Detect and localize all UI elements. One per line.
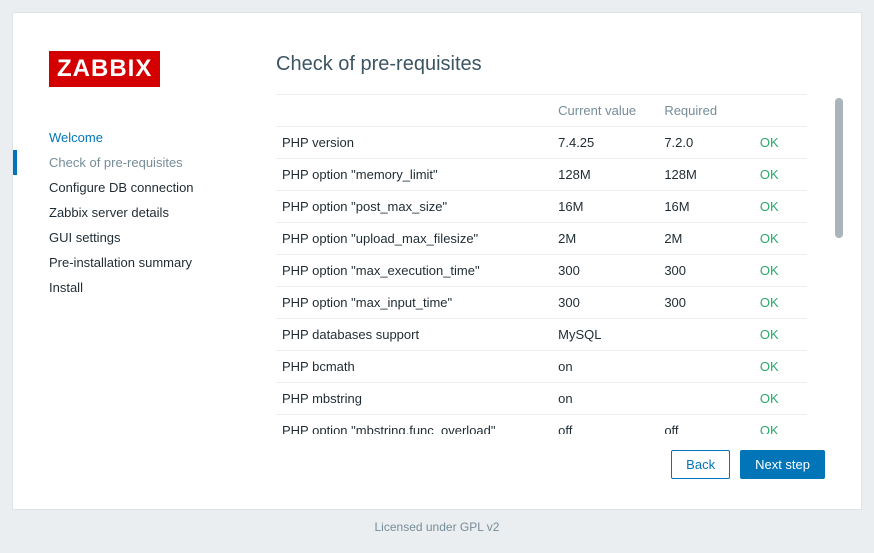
table-row: PHP mbstringon OK [276, 383, 807, 415]
cell-name: PHP option "max_execution_time" [276, 255, 552, 287]
table-row: PHP option "max_execution_time"300300OK [276, 255, 807, 287]
table-row: PHP option "mbstring.func_overload"offof… [276, 415, 807, 435]
cell-status: OK [754, 255, 807, 287]
cell-status: OK [754, 223, 807, 255]
next-step-button[interactable]: Next step [740, 450, 825, 479]
step-item[interactable]: Check of pre-requisites [49, 150, 258, 175]
col-status-header [754, 95, 807, 127]
table-row: PHP option "max_input_time"300300OK [276, 287, 807, 319]
table-header-row: Current value Required [276, 95, 807, 127]
cell-name: PHP mbstring [276, 383, 552, 415]
step-item[interactable]: Pre-installation summary [49, 250, 258, 275]
cell-required: 300 [658, 287, 754, 319]
cell-name: PHP bcmath [276, 351, 552, 383]
col-current-header: Current value [552, 95, 658, 127]
cell-required: 2M [658, 223, 754, 255]
table-row: PHP bcmathon OK [276, 351, 807, 383]
footer-text: Licensed under [375, 520, 460, 534]
table-row: PHP version7.4.257.2.0 OK [276, 127, 807, 159]
cell-name: PHP version [276, 127, 552, 159]
cell-status: OK [754, 383, 807, 415]
cell-status: OK [754, 159, 807, 191]
cell-required: 7.2.0 [658, 127, 754, 159]
cell-current: MySQL [552, 319, 658, 351]
step-item[interactable]: Zabbix server details [49, 200, 258, 225]
step-label: Pre-installation summary [49, 255, 192, 270]
cell-required [658, 351, 754, 383]
cell-required: 128M [658, 159, 754, 191]
back-button[interactable]: Back [671, 450, 730, 479]
status-ok: OK [760, 167, 779, 182]
step-label: Check of pre-requisites [49, 155, 183, 170]
step-item[interactable]: GUI settings [49, 225, 258, 250]
zabbix-logo: ZABBIX [49, 51, 160, 87]
steps-list: Welcome Check of pre-requisites Configure … [49, 125, 258, 300]
col-name-header [276, 95, 552, 127]
cell-current: 300 [552, 255, 658, 287]
status-ok: OK [760, 295, 779, 310]
status-ok: OK [760, 423, 779, 434]
cell-required: 16M [658, 191, 754, 223]
cell-current: 128M [552, 159, 658, 191]
status-ok: OK [760, 359, 779, 374]
scrollbar-thumb[interactable] [835, 98, 843, 238]
step-item[interactable]: Configure DB connection [49, 175, 258, 200]
status-ok: OK [760, 391, 779, 406]
status-ok: OK [760, 231, 779, 246]
cell-current: 16M [552, 191, 658, 223]
step-label: Zabbix server details [49, 205, 169, 220]
table-container: Current value Required PHP version7.4.25… [276, 94, 825, 434]
cell-name: PHP option "mbstring.func_overload" [276, 415, 552, 435]
step-label: GUI settings [49, 230, 121, 245]
cell-name: PHP option "upload_max_filesize" [276, 223, 552, 255]
footer: Licensed under GPL v2 [0, 510, 874, 534]
step-label: Configure DB connection [49, 180, 194, 195]
table-row: PHP databases supportMySQL OK [276, 319, 807, 351]
right-column: Check of pre-requisites Current value Re… [258, 13, 861, 509]
cell-required [658, 319, 754, 351]
step-item[interactable]: Install [49, 275, 258, 300]
cell-status: OK [754, 415, 807, 435]
page-title: Check of pre-requisites [276, 53, 825, 76]
cell-current: off [552, 415, 658, 435]
cell-name: PHP option "post_max_size" [276, 191, 552, 223]
table-scroll-area[interactable]: Current value Required PHP version7.4.25… [276, 94, 807, 434]
table-body: PHP version7.4.257.2.0 OK PHP option "memo… [276, 127, 807, 435]
status-ok: OK [760, 135, 779, 150]
col-required-header: Required [658, 95, 754, 127]
cell-required [658, 383, 754, 415]
button-row: Back Next step [276, 450, 825, 479]
table-row: PHP option "upload_max_filesize"2M2MOK [276, 223, 807, 255]
cell-required: 300 [658, 255, 754, 287]
status-ok: OK [760, 263, 779, 278]
cell-name: PHP option "memory_limit" [276, 159, 552, 191]
cell-status: OK [754, 319, 807, 351]
cell-current: 300 [552, 287, 658, 319]
cell-status: OK [754, 191, 807, 223]
setup-card: ZABBIX Welcome Check of pre-requisites Con… [12, 12, 862, 510]
cell-status: OK [754, 351, 807, 383]
cell-current: on [552, 383, 658, 415]
cell-current: 7.4.25 [552, 127, 658, 159]
status-ok: OK [760, 327, 779, 342]
cell-name: PHP option "max_input_time" [276, 287, 552, 319]
prerequisites-table: Current value Required PHP version7.4.25… [276, 94, 807, 434]
left-column: ZABBIX Welcome Check of pre-requisites Con… [13, 13, 258, 509]
cell-status: OK [754, 127, 807, 159]
cell-current: on [552, 351, 658, 383]
cell-required: off [658, 415, 754, 435]
license-link[interactable]: GPL v2 [460, 520, 500, 534]
step-label: Welcome [49, 130, 103, 145]
step-label: Install [49, 280, 83, 295]
status-ok: OK [760, 199, 779, 214]
cell-name: PHP databases support [276, 319, 552, 351]
table-row: PHP option "post_max_size"16M16MOK [276, 191, 807, 223]
step-item[interactable]: Welcome [49, 125, 258, 150]
cell-current: 2M [552, 223, 658, 255]
cell-status: OK [754, 287, 807, 319]
table-row: PHP option "memory_limit"128M128MOK [276, 159, 807, 191]
